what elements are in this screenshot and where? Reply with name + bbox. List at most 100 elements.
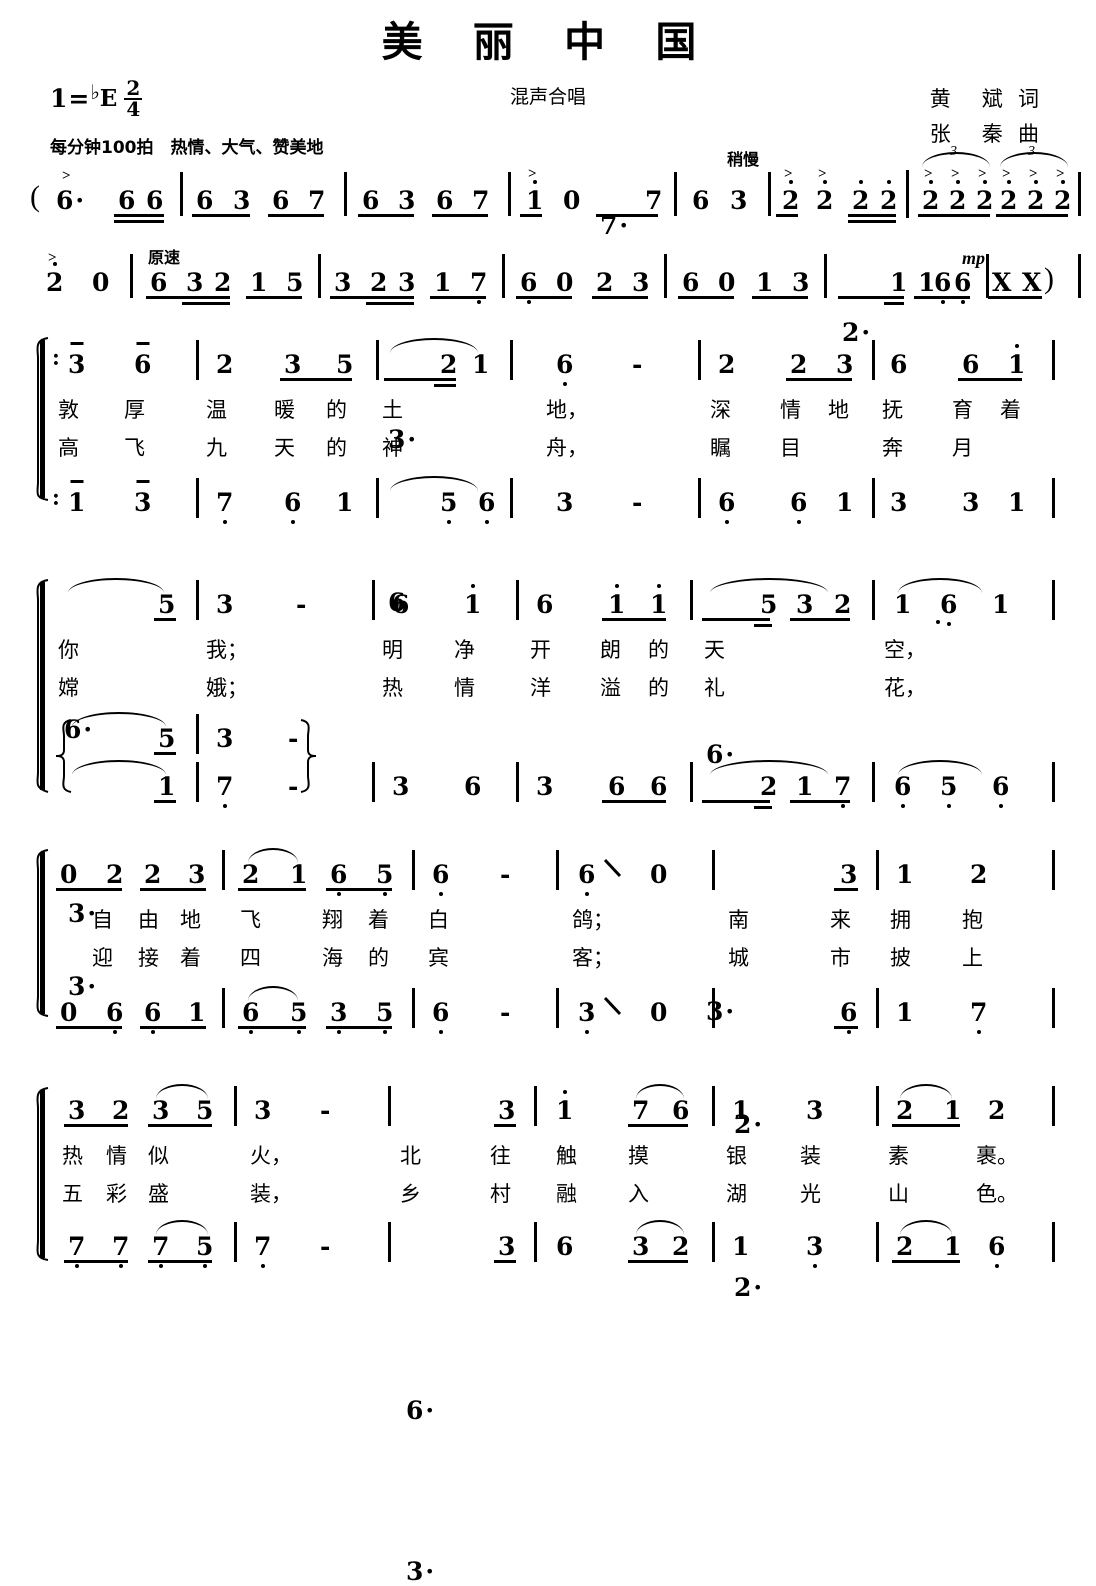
note: 7 bbox=[216, 488, 234, 517]
lyric-verse1: 深 bbox=[710, 398, 731, 422]
beam bbox=[56, 888, 122, 891]
note: 2 bbox=[976, 186, 994, 215]
note: 3 bbox=[188, 860, 206, 889]
lyric-verse2: 热 bbox=[382, 676, 403, 700]
lyric-verse1: 裹。 bbox=[976, 1144, 1018, 1168]
note: 3 bbox=[632, 1232, 650, 1261]
note: 0 bbox=[556, 268, 574, 297]
note: - bbox=[288, 772, 299, 801]
note: 3 bbox=[392, 772, 410, 801]
barline bbox=[556, 988, 559, 1028]
slur bbox=[390, 338, 478, 353]
note: 3 bbox=[498, 1096, 516, 1125]
note: 1 bbox=[732, 1096, 750, 1125]
note: 6 bbox=[962, 350, 980, 379]
note: 2 bbox=[790, 350, 808, 379]
note: 1 bbox=[944, 1232, 962, 1261]
note: 6 bbox=[692, 186, 710, 215]
note: 6 bbox=[432, 998, 450, 1027]
note: 3 bbox=[68, 350, 86, 379]
lyric-verse1: 情 bbox=[780, 398, 801, 422]
note: 3 bbox=[406, 1559, 1096, 1584]
note: 6 bbox=[608, 772, 626, 801]
beam bbox=[892, 1124, 960, 1127]
note: 2 bbox=[1054, 186, 1072, 215]
lyric-verse2: 山 bbox=[888, 1182, 909, 1206]
note: 2 bbox=[782, 186, 800, 215]
note: 6 bbox=[682, 268, 700, 297]
lyric-verse1: 热 bbox=[62, 1144, 83, 1168]
barline bbox=[344, 172, 347, 216]
note: 6 bbox=[992, 772, 1010, 801]
system-barline bbox=[40, 582, 45, 790]
lyric-verse2: 上 bbox=[962, 946, 983, 970]
lyric-verse1: 敦 bbox=[58, 398, 79, 422]
beam bbox=[326, 888, 392, 891]
note: 5 bbox=[286, 268, 304, 297]
lyric-verse2: 高 bbox=[58, 436, 79, 460]
beam bbox=[140, 888, 206, 891]
note: 1 bbox=[464, 590, 482, 619]
beam bbox=[988, 296, 1042, 299]
lyric-verse2: 盛 bbox=[148, 1182, 169, 1206]
note: 6 bbox=[556, 1232, 574, 1261]
note: 7 bbox=[834, 772, 852, 801]
beam bbox=[520, 214, 542, 217]
triplet-number: 3 bbox=[1028, 144, 1035, 159]
note: 2 bbox=[106, 860, 124, 889]
note: 6 bbox=[934, 268, 952, 297]
barline bbox=[222, 988, 225, 1028]
note: 3 bbox=[216, 590, 234, 619]
note: 3 bbox=[806, 1096, 824, 1125]
note: 2 bbox=[852, 186, 870, 215]
beam bbox=[494, 1260, 516, 1263]
note: 1 bbox=[896, 860, 914, 889]
note: - bbox=[296, 590, 307, 619]
note: 6 bbox=[940, 590, 958, 619]
barline bbox=[376, 478, 379, 518]
note: 7 bbox=[152, 1232, 170, 1261]
lyric-verse1: 情 bbox=[106, 1144, 127, 1168]
lyric-verse2: 礼 bbox=[704, 676, 725, 700]
note: 6 bbox=[954, 268, 972, 297]
lyric-verse2: 九 bbox=[206, 436, 227, 460]
note: 1 bbox=[68, 488, 86, 517]
barline bbox=[1052, 340, 1055, 380]
breath-mark-icon bbox=[603, 858, 622, 878]
note: 3 bbox=[498, 1232, 516, 1261]
beam bbox=[148, 1260, 212, 1263]
note: 3 bbox=[796, 590, 814, 619]
barline bbox=[1052, 988, 1055, 1028]
beam bbox=[702, 800, 770, 803]
barline bbox=[372, 762, 375, 802]
note: 1 bbox=[836, 488, 854, 517]
beam bbox=[628, 1124, 688, 1127]
note: 1 bbox=[890, 268, 908, 297]
beam bbox=[602, 800, 666, 803]
lyric-verse1: 摸 bbox=[628, 1144, 649, 1168]
note: 3 bbox=[134, 488, 152, 517]
beam bbox=[958, 378, 1022, 381]
note: 3 bbox=[792, 268, 810, 297]
note: 3 bbox=[330, 998, 348, 1027]
slur bbox=[72, 760, 166, 775]
note: 2 bbox=[988, 1096, 1006, 1125]
note: 1 bbox=[896, 998, 914, 1027]
note: 1 bbox=[188, 998, 206, 1027]
lyric-verse1: 北 bbox=[400, 1144, 421, 1168]
slur bbox=[390, 476, 478, 491]
note: 6 bbox=[672, 1096, 690, 1125]
barline bbox=[412, 988, 415, 1028]
beam bbox=[848, 220, 896, 223]
barline bbox=[712, 988, 715, 1028]
note: 5 bbox=[376, 860, 394, 889]
note: 2 bbox=[896, 1096, 914, 1125]
lyric-verse1: 火， bbox=[250, 1144, 292, 1168]
barline bbox=[876, 1222, 879, 1262]
note: 6 bbox=[284, 488, 302, 517]
barline bbox=[674, 172, 677, 216]
beam bbox=[326, 1026, 392, 1029]
note: 3 bbox=[578, 998, 596, 1027]
beam bbox=[754, 806, 772, 809]
lyric-verse1: 你 bbox=[58, 638, 79, 662]
